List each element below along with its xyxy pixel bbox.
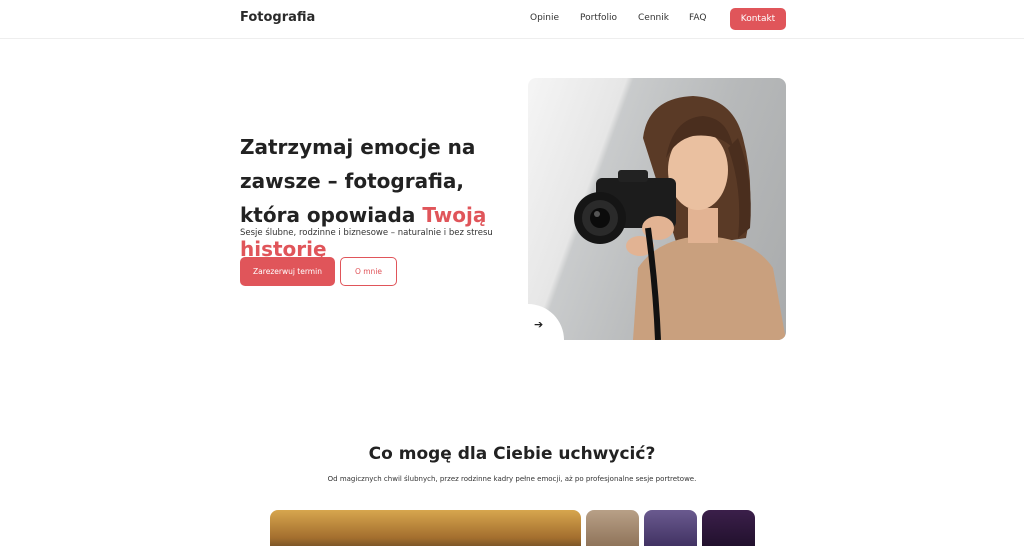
photographer-illustration <box>574 96 786 340</box>
service-card-business[interactable] <box>702 510 755 546</box>
contact-button[interactable]: Kontakt <box>730 8 786 30</box>
services-subtitle: Od magicznych chwil ślubnych, przez rodz… <box>327 475 697 483</box>
arrow-icon: ➔ <box>534 318 544 331</box>
site-logo[interactable]: Fotografia <box>240 10 315 25</box>
service-card-portrait[interactable] <box>644 510 697 546</box>
nav-link-faq[interactable]: FAQ <box>689 13 706 23</box>
nav-link-portfolio[interactable]: Portfolio <box>580 13 617 23</box>
hero-title: Zatrzymaj emocje na zawsze – fotografia,… <box>240 130 530 266</box>
top-navbar: Fotografia Opinie Portfolio Cennik FAQ K… <box>0 0 1024 39</box>
book-appointment-button[interactable]: Zarezerwuj termin <box>240 257 335 286</box>
hero-subtitle: Sesje ślubne, rodzinne i biznesowe – nat… <box>240 228 493 238</box>
hero-photographer-photo <box>528 78 786 340</box>
about-me-button[interactable]: O mnie <box>340 257 397 286</box>
service-card-wedding[interactable] <box>270 510 581 546</box>
service-card-family[interactable] <box>586 510 639 546</box>
services-title: Co mogę dla Ciebie uchwycić? <box>368 444 656 464</box>
nav-link-opinie[interactable]: Opinie <box>530 13 559 23</box>
nav-link-cennik[interactable]: Cennik <box>638 13 669 23</box>
